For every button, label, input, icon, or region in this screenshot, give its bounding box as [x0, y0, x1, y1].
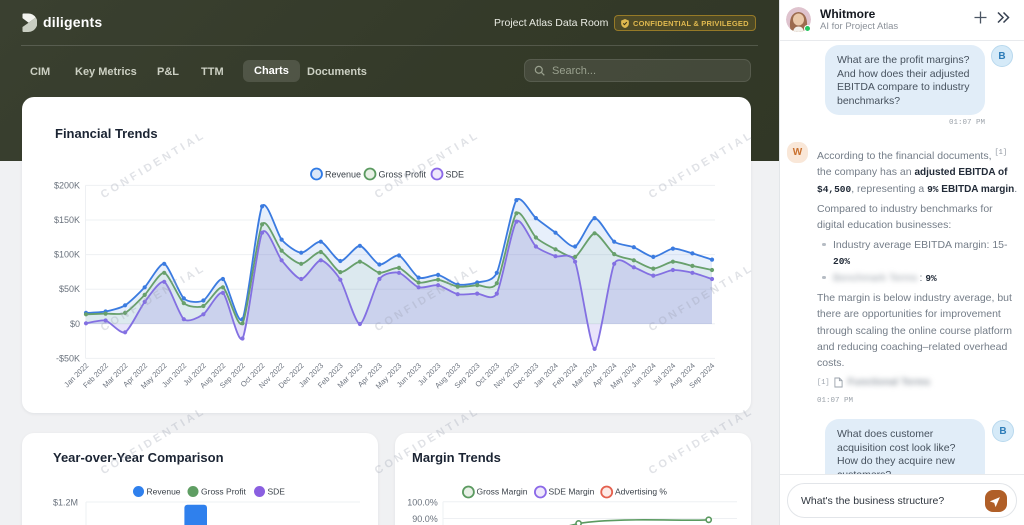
svg-text:Gross Profit: Gross Profit: [201, 487, 247, 497]
svg-text:Gross Margin: Gross Margin: [477, 487, 528, 497]
svg-text:Advertising %: Advertising %: [615, 487, 667, 497]
svg-text:$50K: $50K: [59, 284, 80, 294]
svg-text:Gross Profit: Gross Profit: [379, 170, 427, 180]
svg-text:$0: $0: [70, 319, 80, 329]
svg-text:Revenue: Revenue: [325, 170, 361, 180]
svg-text:SDE: SDE: [446, 170, 465, 180]
svg-text:-$50K: -$50K: [56, 353, 80, 363]
svg-text:SDE: SDE: [268, 487, 286, 497]
svg-text:$150K: $150K: [54, 215, 80, 225]
svg-text:Revenue: Revenue: [147, 487, 181, 497]
svg-text:$1.2M: $1.2M: [53, 498, 78, 508]
svg-text:$200K: $200K: [54, 180, 80, 190]
svg-text:$100K: $100K: [54, 250, 80, 260]
svg-text:90.0%: 90.0%: [412, 514, 438, 524]
svg-text:SDE Margin: SDE Margin: [549, 487, 595, 497]
svg-text:100.0%: 100.0%: [407, 498, 438, 508]
